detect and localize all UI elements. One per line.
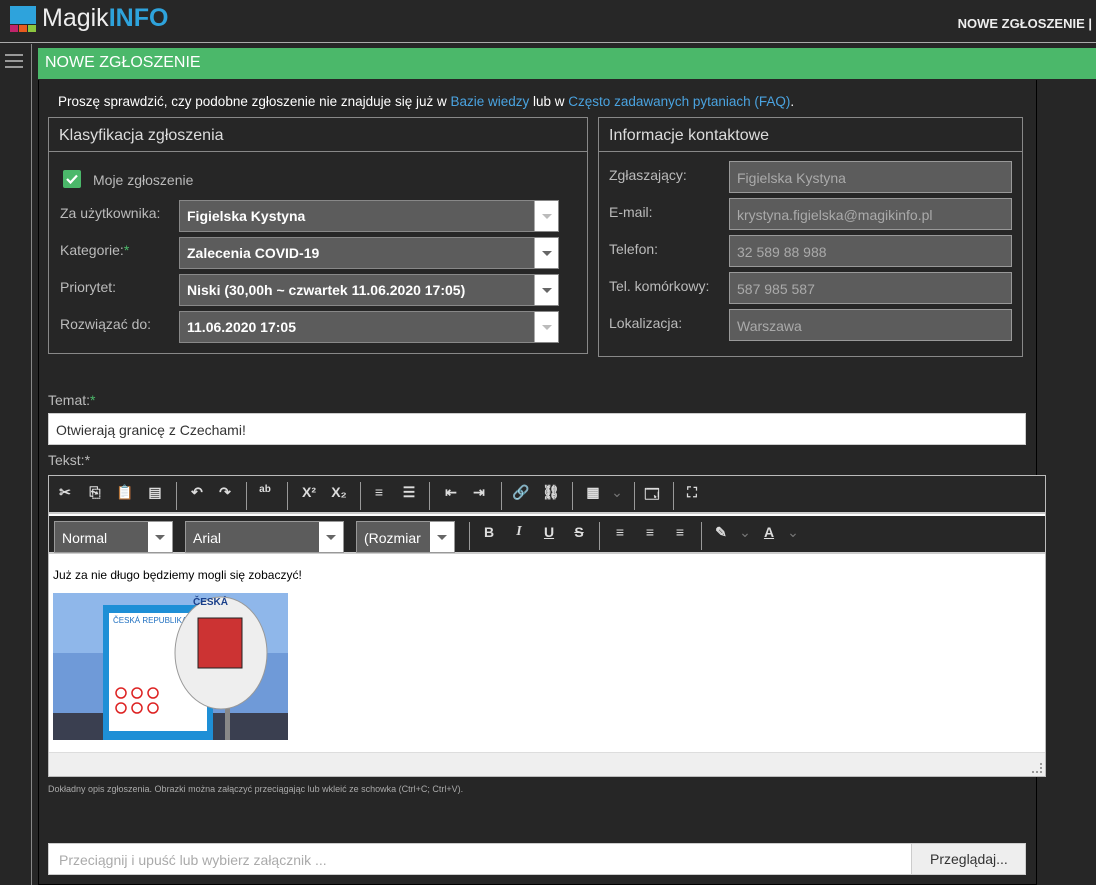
knowledge-base-link[interactable]: Bazie wiedzy [450, 94, 529, 109]
contact-legend: Informacje kontaktowe [599, 118, 1022, 152]
copy-icon[interactable]: ⎘ [85, 484, 105, 501]
priority-select[interactable]: Niski (30,00h ~ czwartek 11.06.2020 17:0… [179, 274, 559, 306]
chevron-down-icon[interactable]: ⌄ [735, 524, 755, 541]
size-select[interactable]: (Rozmiar [356, 521, 455, 553]
indent-icon[interactable]: ⇥ [469, 484, 489, 501]
align-right-icon[interactable]: ≡ [670, 524, 690, 540]
link-icon[interactable]: 🔗 [511, 484, 531, 501]
category-select[interactable]: Zalecenia COVID-19 [179, 237, 559, 269]
location-label: Lokalizacja: [609, 315, 683, 331]
phone-label: Telefon: [609, 241, 659, 257]
brand-name: MagikINFO [42, 4, 169, 32]
outdent-icon[interactable]: ⇤ [441, 484, 461, 501]
page-title: NOWE ZGŁOSZENIE [38, 48, 1096, 79]
rich-text-editor[interactable]: ✂ ⎘ 📋 ▤ ↶ ↷ ab X² X₂ ≡ ☰ ⇤ ⇥ 🔗 ⛓ ▦ ⌄ 🗔 ⛶… [48, 475, 1046, 777]
hamburger-menu-icon[interactable] [5, 54, 23, 72]
browse-button[interactable]: Przeglądaj... [911, 843, 1026, 875]
magikinfo-logo [10, 6, 36, 32]
subject-label: Temat:* [48, 392, 96, 408]
my-ticket-checkbox[interactable] [63, 170, 81, 188]
classification-legend: Klasyfikacja zgłoszenia [49, 118, 587, 152]
redo-icon[interactable]: ↷ [215, 484, 235, 501]
underline-icon[interactable]: U [539, 524, 559, 540]
editor-toolbar-2: Normal Arial (Rozmiar B I U S ≡ ≡ ≡ ✎ ⌄ … [49, 516, 1045, 554]
chevron-down-icon [534, 201, 558, 231]
subscript-icon[interactable]: X₂ [329, 484, 349, 500]
attachment-input[interactable]: Przeciągnij i upuść lub wybierz załączni… [48, 843, 912, 875]
chevron-down-icon [534, 238, 558, 268]
text-color-icon[interactable]: A [759, 524, 779, 540]
mobile-label: Tel. komórkowy: [609, 278, 710, 294]
chevron-down-icon[interactable]: ⌄ [607, 484, 627, 501]
priority-label: Priorytet: [60, 279, 117, 295]
paste-icon[interactable]: 📋 [115, 484, 135, 501]
my-ticket-label: Moje zgłoszenie [93, 172, 194, 188]
text-help: Dokładny opis zgłoszenia. Obrazki można … [48, 784, 464, 794]
undo-icon[interactable]: ↶ [187, 484, 207, 501]
reporter-label: Zgłaszający: [609, 167, 687, 183]
category-label: Kategorie:* [60, 242, 130, 258]
sidebar [0, 44, 32, 885]
reporter-field: Figielska Kystyna [729, 161, 1012, 193]
align-left-icon[interactable]: ≡ [610, 524, 630, 540]
bold-icon[interactable]: B [479, 524, 499, 540]
table-icon[interactable]: ▦ [583, 484, 603, 501]
subject-input[interactable]: Otwierają granicę z Czechami! [48, 413, 1026, 445]
user-select[interactable]: Figielska Kystyna [179, 200, 559, 232]
due-date-select[interactable]: 11.06.2020 17:05 [179, 311, 559, 343]
unlink-icon[interactable]: ⛓ [541, 484, 561, 501]
paste-word-icon[interactable]: ▤ [145, 484, 165, 501]
border-sign-image: ČESKÁ REPUBLIKA ČESKÁ [53, 593, 288, 740]
chevron-down-icon [534, 275, 558, 305]
cut-icon[interactable]: ✂ [55, 484, 75, 501]
notice-text: Proszę sprawdzić, czy podobne zgłoszenie… [58, 94, 795, 109]
app-header: MagikINFO NOWE ZGŁOSZENIE | [0, 0, 1096, 43]
user-label: Za użytkownika: [60, 205, 161, 221]
italic-icon[interactable]: I [509, 524, 529, 540]
email-label: E-mail: [609, 204, 653, 220]
background-color-icon[interactable]: ✎ [711, 524, 731, 541]
mobile-field: 587 985 587 [729, 272, 1012, 304]
strikethrough-icon[interactable]: S [569, 524, 589, 540]
editor-toolbar-1: ✂ ⎘ 📋 ▤ ↶ ↷ ab X² X₂ ≡ ☰ ⇤ ⇥ 🔗 ⛓ ▦ ⌄ 🗔 ⛶ [49, 476, 1045, 514]
faq-link[interactable]: Często zadawanych pytaniach (FAQ) [568, 94, 790, 109]
chevron-down-icon[interactable]: ⌄ [783, 524, 803, 541]
svg-text:ČESKÁ REPUBLIKA: ČESKÁ REPUBLIKA [113, 616, 188, 625]
location-field: Warszawa [729, 309, 1012, 341]
phone-field: 32 589 88 988 [729, 235, 1012, 267]
chevron-down-icon [534, 312, 558, 342]
email-field: krystyna.figielska@magikinfo.pl [729, 198, 1012, 230]
font-select[interactable]: Arial [185, 521, 344, 553]
editor-status-bar [49, 752, 1045, 776]
svg-text:ČESKÁ: ČESKÁ [193, 595, 228, 608]
preview-icon[interactable]: 🗔 [642, 484, 662, 508]
editor-body-text: Już za nie długo będziemy mogli się zoba… [53, 568, 302, 582]
bullet-list-icon[interactable]: ☰ [399, 484, 419, 501]
fullscreen-icon[interactable]: ⛶ [682, 484, 702, 501]
text-label: Tekst:* [48, 452, 91, 468]
due-date-label: Rozwiązać do: [60, 316, 152, 332]
numbered-list-icon[interactable]: ≡ [369, 484, 389, 500]
format-select[interactable]: Normal [54, 521, 173, 553]
resize-handle-icon[interactable] [1032, 763, 1042, 773]
spellcheck-icon[interactable]: ab [255, 484, 275, 495]
topnav-current[interactable]: NOWE ZGŁOSZENIE | [958, 16, 1092, 31]
align-center-icon[interactable]: ≡ [640, 524, 660, 540]
superscript-icon[interactable]: X² [299, 484, 319, 500]
